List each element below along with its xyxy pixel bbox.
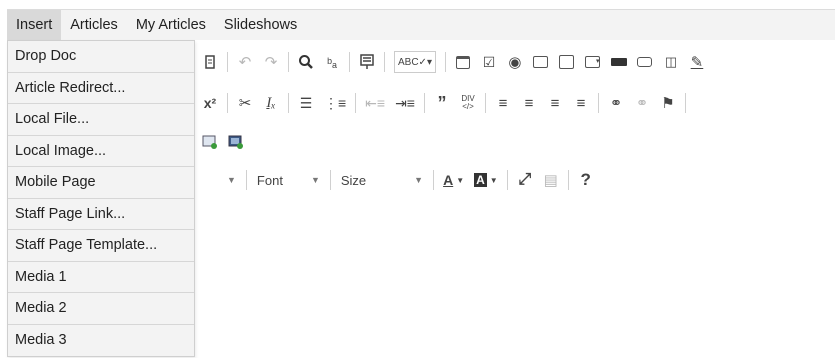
format-combo[interactable]: ▼ bbox=[227, 175, 236, 185]
toolbar-separator bbox=[684, 93, 686, 113]
toolbar-row-2: x² ✂ Iₓ ☰ ⋮≡ ⇤≡ ⇥≡ ” DIV </> ≡ ≡ ≡ ≡ ⚭ ⚭ … bbox=[197, 91, 690, 115]
radio-icon[interactable]: ◉ bbox=[507, 51, 523, 73]
menu-item-media-1[interactable]: Media 1 bbox=[8, 262, 194, 293]
font-label: Font bbox=[256, 172, 283, 188]
numbered-list-icon[interactable]: ☰ bbox=[298, 92, 314, 114]
toolbar-separator bbox=[349, 52, 350, 72]
justify-icon[interactable]: ≡ bbox=[573, 92, 589, 114]
show-blocks-icon[interactable]: ▤ bbox=[543, 169, 559, 191]
superscript-icon[interactable]: x² bbox=[202, 92, 218, 114]
toolbar-separator bbox=[227, 93, 228, 113]
menu-item-media-2[interactable]: Media 2 bbox=[8, 293, 194, 325]
button-icon[interactable] bbox=[610, 51, 627, 73]
menu-item-local-image[interactable]: Local Image... bbox=[8, 136, 194, 167]
menu-item-article-redirect[interactable]: Article Redirect... bbox=[8, 73, 194, 104]
toolbar-separator bbox=[329, 170, 331, 190]
toolbar-row-4: ▼ Font ▼ Size ▼ A ▼ A ▼ ⤢ ▤ ? bbox=[197, 168, 599, 192]
help-icon[interactable]: ? bbox=[578, 169, 594, 191]
insert-dropdown-menu: Drop Doc Article Redirect... Local File.… bbox=[7, 40, 195, 357]
increase-indent-icon[interactable]: ⇥≡ bbox=[395, 92, 415, 114]
menu-item-staff-page-template[interactable]: Staff Page Template... bbox=[8, 230, 194, 262]
anchor-icon[interactable]: ⚑ bbox=[660, 92, 676, 114]
toolbar-separator bbox=[288, 93, 289, 113]
toolbar-separator bbox=[423, 93, 425, 113]
find-icon[interactable] bbox=[298, 51, 314, 73]
toolbar-row-3 bbox=[197, 130, 249, 154]
remove-format-icon[interactable]: Iₓ bbox=[263, 92, 279, 114]
toolbar-separator bbox=[384, 52, 385, 72]
align-center-icon[interactable]: ≡ bbox=[521, 92, 537, 114]
select-field-icon[interactable]: ▾ bbox=[585, 51, 601, 73]
background-color-icon[interactable]: A ▼ bbox=[474, 169, 498, 191]
menu-item-local-file[interactable]: Local File... bbox=[8, 104, 194, 136]
insert-image-2-icon[interactable] bbox=[228, 131, 244, 153]
toolbar-separator bbox=[506, 170, 508, 190]
menu-bar: Insert Articles My Articles Slideshows bbox=[7, 9, 835, 41]
blockquote-icon[interactable]: ” bbox=[434, 92, 450, 114]
spellcheck-icon[interactable]: ABC✓▾ bbox=[394, 51, 436, 73]
toolbar-separator bbox=[484, 93, 486, 113]
undo-icon[interactable]: ↶ bbox=[237, 51, 253, 73]
toolbar-separator bbox=[288, 52, 289, 72]
textarea-icon[interactable] bbox=[559, 51, 575, 73]
copy-format-icon[interactable]: ✂ bbox=[237, 92, 253, 114]
hidden-field-icon[interactable]: ◫ bbox=[663, 51, 679, 73]
link-icon[interactable]: ⚭ bbox=[608, 92, 624, 114]
replace-icon[interactable]: ᵇₐ bbox=[324, 51, 340, 73]
toolbar-separator bbox=[444, 52, 446, 72]
toolbar-separator bbox=[227, 52, 228, 72]
toolbar-row-1: ↶ ↷ ᵇₐ ABC✓▾ ☑ ◉ ▾ ◫ ✎ bbox=[197, 50, 710, 74]
toolbar-separator bbox=[433, 170, 435, 190]
text-color-icon[interactable]: A ▼ bbox=[443, 169, 464, 191]
toolbar-separator bbox=[567, 170, 569, 190]
size-label: Size bbox=[340, 172, 367, 188]
font-combo[interactable]: Font ▼ bbox=[257, 173, 320, 188]
image-button-icon[interactable] bbox=[637, 51, 653, 73]
unlink-icon[interactable]: ⚭ bbox=[634, 92, 650, 114]
form-icon[interactable] bbox=[455, 51, 471, 73]
highlight-icon[interactable]: ✎ bbox=[689, 51, 705, 73]
menu-item-mobile-page[interactable]: Mobile Page bbox=[8, 167, 194, 199]
insert-image-icon[interactable] bbox=[202, 131, 218, 153]
paste-text-icon[interactable] bbox=[202, 51, 218, 73]
maximize-icon[interactable]: ⤢ bbox=[517, 169, 533, 191]
size-combo[interactable]: Size ▼ bbox=[341, 173, 423, 188]
bullet-list-icon[interactable]: ⋮≡ bbox=[324, 92, 346, 114]
redo-icon[interactable]: ↷ bbox=[263, 51, 279, 73]
toolbar-separator bbox=[245, 170, 247, 190]
checkbox-icon[interactable]: ☑ bbox=[481, 51, 497, 73]
toolbar-separator bbox=[597, 93, 599, 113]
text-field-icon[interactable] bbox=[533, 51, 549, 73]
menu-item-media-3[interactable]: Media 3 bbox=[8, 325, 194, 357]
align-right-icon[interactable]: ≡ bbox=[547, 92, 563, 114]
toolbar-separator bbox=[355, 93, 357, 113]
menu-item-drop-doc[interactable]: Drop Doc bbox=[8, 41, 194, 73]
menu-slideshows[interactable]: Slideshows bbox=[215, 10, 306, 40]
decrease-indent-icon[interactable]: ⇤≡ bbox=[365, 92, 385, 114]
menu-my-articles[interactable]: My Articles bbox=[127, 10, 215, 40]
align-left-icon[interactable]: ≡ bbox=[495, 92, 511, 114]
menu-articles[interactable]: Articles bbox=[61, 10, 127, 40]
menu-insert[interactable]: Insert bbox=[7, 10, 62, 40]
menu-item-staff-page-link[interactable]: Staff Page Link... bbox=[8, 199, 194, 230]
create-div-icon[interactable]: DIV </> bbox=[460, 92, 476, 114]
select-all-icon[interactable] bbox=[359, 51, 375, 73]
